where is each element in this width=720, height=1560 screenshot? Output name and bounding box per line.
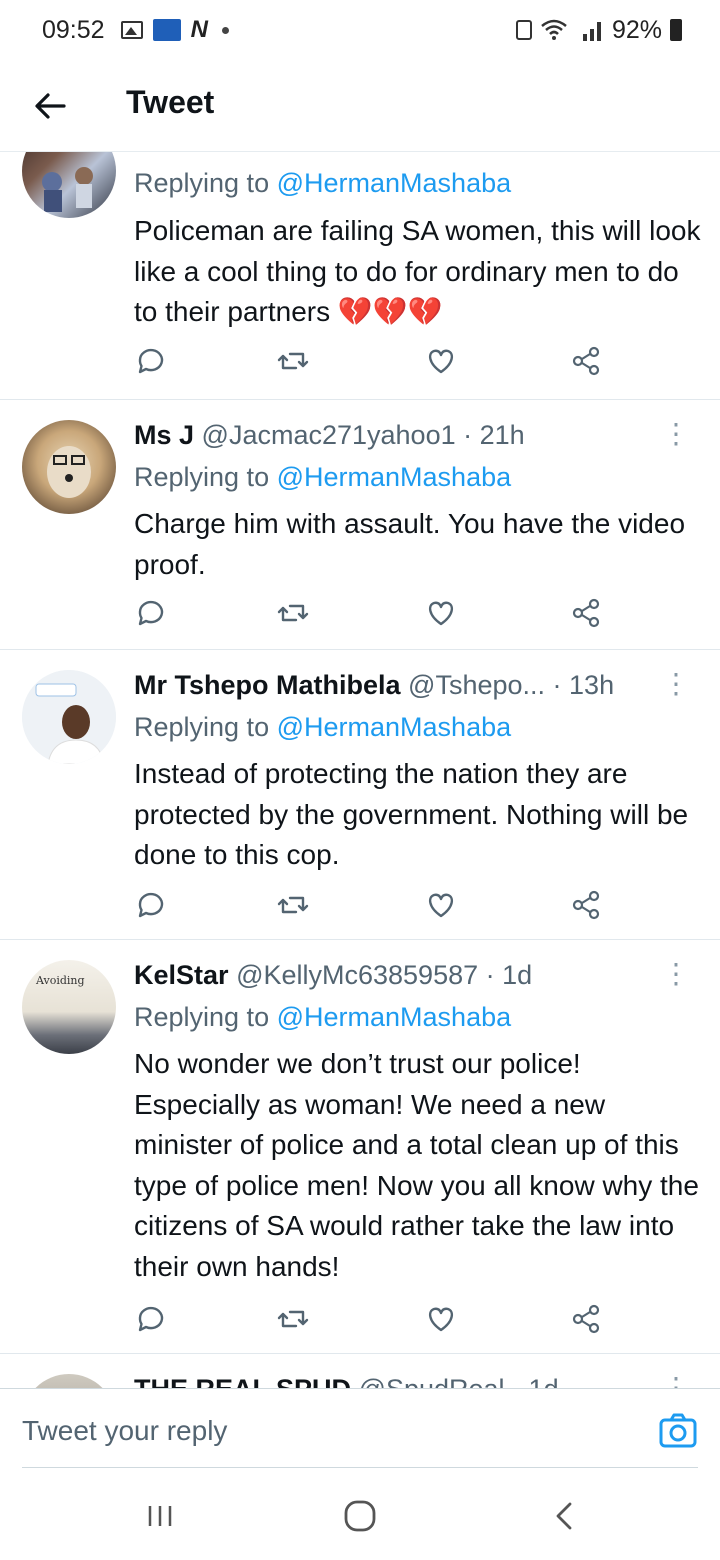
back-nav-icon[interactable] <box>546 1498 582 1534</box>
tweet-time: · 1d <box>485 960 533 990</box>
signal-icon <box>582 22 601 41</box>
more-options-icon[interactable]: ⋮ <box>662 1374 690 1389</box>
battery-icon <box>670 19 682 41</box>
battery-percent: 92% <box>611 15 662 44</box>
page-title: Tweet <box>126 84 215 120</box>
share-icon[interactable] <box>570 596 604 630</box>
user-handle[interactable]: @SpudReal <box>359 1374 505 1388</box>
avatar-photo <box>47 446 91 498</box>
tweet-text: Policeman are failing SA women, this wil… <box>134 215 701 327</box>
mention-link[interactable]: @HermanMashaba <box>277 712 512 742</box>
reply-context: Replying to @HermanMashaba <box>134 712 511 743</box>
reply-context: Replying to @HermanMashaba <box>134 462 511 493</box>
tweet-item[interactable]: THE REAL SPUD @SpudReal · 1d ⋮ <box>0 1354 720 1388</box>
mention-link[interactable]: @HermanMashaba <box>277 462 512 492</box>
status-left: 09:52 N <box>42 16 229 45</box>
reply-prefix: Replying to <box>134 712 270 742</box>
dot-icon <box>221 26 229 34</box>
tweet-item[interactable]: Avoiding KelStar @KellyMc63859587 · 1d ⋮… <box>0 940 720 1354</box>
reply-feed: Replying to @HermanMashaba Policeman are… <box>0 152 720 1388</box>
reply-composer: Tweet your reply <box>0 1388 720 1468</box>
user-handle[interactable]: @KellyMc63859587 <box>236 960 478 990</box>
tweet-item[interactable]: Ms J @Jacmac271yahoo1 · 21h ⋮ Replying t… <box>0 400 720 650</box>
share-icon[interactable] <box>570 888 604 922</box>
reply-prefix: Replying to <box>134 168 270 198</box>
share-icon[interactable] <box>570 344 604 378</box>
retweet-icon[interactable] <box>276 596 310 630</box>
like-icon[interactable] <box>424 1302 458 1336</box>
retweet-icon[interactable] <box>276 344 310 378</box>
reply-input[interactable]: Tweet your reply <box>22 1415 227 1447</box>
system-nav-bar <box>0 1468 720 1560</box>
reply-prefix: Replying to <box>134 1002 270 1032</box>
tweet-actions <box>134 1302 614 1342</box>
tweet-header: Mr Tshepo Mathibela @Tshepo... · 13h <box>134 670 700 701</box>
camera-icon[interactable] <box>658 1411 698 1451</box>
avatar[interactable]: Avoiding <box>22 960 116 1054</box>
more-options-icon[interactable]: ⋮ <box>662 420 690 448</box>
reply-icon[interactable] <box>134 888 168 922</box>
avatar-caption: Avoiding <box>36 974 85 987</box>
tweet-actions <box>134 344 614 384</box>
news-app-icon <box>152 19 181 41</box>
avatar[interactable] <box>22 420 116 514</box>
display-name[interactable]: Mr Tshepo Mathibela <box>134 670 401 700</box>
user-handle[interactable]: @Tshepo... <box>408 670 545 700</box>
tweet-actions <box>134 596 614 636</box>
like-icon[interactable] <box>424 888 458 922</box>
tweet-actions <box>134 888 614 928</box>
tweet-header: THE REAL SPUD @SpudReal · 1d <box>134 1374 700 1388</box>
lock-icon <box>515 20 532 40</box>
tweet-time: · 21h <box>463 420 525 450</box>
retweet-icon[interactable] <box>276 1302 310 1336</box>
image-icon <box>120 21 143 39</box>
avatar-photo <box>22 670 116 764</box>
retweet-icon[interactable] <box>276 888 310 922</box>
wifi-icon <box>541 19 567 40</box>
arrow-left-icon[interactable] <box>30 86 70 126</box>
avatar[interactable] <box>22 152 116 218</box>
reply-icon[interactable] <box>134 1302 168 1336</box>
tweet-text: No wonder we don’t trust our police! Esp… <box>134 1048 699 1282</box>
display-name[interactable]: Ms J <box>134 420 194 450</box>
reply-context: Replying to @HermanMashaba <box>134 168 511 199</box>
reply-context: Replying to @HermanMashaba <box>134 1002 511 1033</box>
mention-link[interactable]: @HermanMashaba <box>277 168 512 198</box>
share-icon[interactable] <box>570 1302 604 1336</box>
avatar-photo <box>42 167 93 212</box>
home-icon[interactable] <box>342 1498 378 1534</box>
avatar[interactable] <box>22 1374 116 1388</box>
tweet-text: Charge him with assault. You have the vi… <box>134 508 686 580</box>
status-time: 09:52 <box>42 15 105 44</box>
status-bar: 09:52 N 92% <box>0 0 720 60</box>
like-icon[interactable] <box>424 344 458 378</box>
user-handle[interactable]: @Jacmac271yahoo1 <box>202 420 456 450</box>
reply-icon[interactable] <box>134 596 168 630</box>
n-app-icon: N <box>190 16 208 43</box>
mention-link[interactable]: @HermanMashaba <box>277 1002 512 1032</box>
tweet-item[interactable]: Mr Tshepo Mathibela @Tshepo... · 13h ⋮ R… <box>0 650 720 940</box>
more-options-icon[interactable]: ⋮ <box>662 670 690 698</box>
display-name[interactable]: KelStar <box>134 960 229 990</box>
display-name[interactable]: THE REAL SPUD <box>134 1374 351 1388</box>
tweet-text: Instead of protecting the nation they ar… <box>134 758 689 870</box>
like-icon[interactable] <box>424 596 458 630</box>
reply-icon[interactable] <box>134 344 168 378</box>
status-right: 92% <box>515 15 682 45</box>
reply-prefix: Replying to <box>134 462 270 492</box>
recent-apps-icon[interactable] <box>142 1498 178 1534</box>
avatar[interactable] <box>22 670 116 764</box>
tweet-header: Ms J @Jacmac271yahoo1 · 21h <box>134 420 700 451</box>
tweet-time: · 1d <box>512 1374 559 1388</box>
more-options-icon[interactable]: ⋮ <box>662 960 690 988</box>
tweet-time: · 13h <box>552 670 615 700</box>
top-app-bar: Tweet <box>0 60 720 152</box>
tweet-item[interactable]: Replying to @HermanMashaba Policeman are… <box>0 152 720 400</box>
tweet-header: KelStar @KellyMc63859587 · 1d <box>134 960 700 991</box>
